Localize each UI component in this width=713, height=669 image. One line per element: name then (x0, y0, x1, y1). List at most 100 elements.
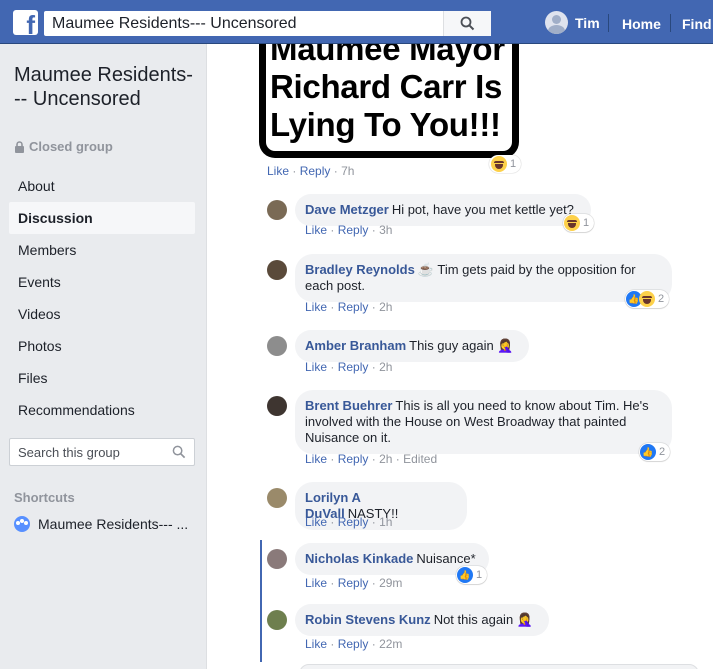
timestamp[interactable]: 2h (379, 300, 392, 314)
timestamp[interactable]: 7h (341, 164, 354, 178)
like-button[interactable]: Like (305, 300, 327, 314)
lock-icon (15, 140, 24, 153)
comment-actions: Like · Reply · 22m (305, 637, 403, 651)
sidebar-item-photos[interactable]: Photos (9, 330, 195, 362)
reply-button[interactable]: Reply (338, 300, 369, 314)
search-button[interactable] (443, 11, 491, 36)
timestamp[interactable]: 2h (379, 452, 392, 466)
post-image[interactable]: Maumee Mayor Richard Carr Is Lying To Yo… (259, 44, 519, 158)
reply-button[interactable]: Reply (338, 452, 369, 466)
global-search-input[interactable] (44, 14, 444, 33)
avatar[interactable] (267, 549, 287, 569)
comment-text: This guy again 🤦‍♀️ (409, 338, 514, 353)
reply-button[interactable]: Reply (338, 223, 369, 237)
global-search (44, 11, 491, 36)
reply-button[interactable]: Reply (300, 164, 331, 178)
user-avatar (545, 11, 568, 34)
comment-actions: Like · Reply · 2h (305, 360, 393, 374)
sidebar-item-videos[interactable]: Videos (9, 298, 195, 330)
comment-reactions[interactable]: 👍 2 (639, 443, 671, 461)
comment-author[interactable]: Nicholas Kinkade (305, 551, 413, 566)
group-name[interactable]: Maumee Residents--- Uncensored (14, 63, 194, 111)
avatar[interactable] (267, 260, 287, 280)
top-navigation-bar: f Tim Home Find (0, 0, 713, 44)
user-name: Tim (575, 14, 600, 31)
edited-label[interactable]: Edited (403, 452, 437, 466)
like-reaction-icon: 👍 (457, 567, 473, 583)
comment-author[interactable]: Amber Branham (305, 338, 406, 353)
privacy-label: Closed group (29, 139, 113, 154)
post-reactions[interactable]: 1 (489, 155, 522, 173)
comment-actions: Like · Reply · 29m (305, 576, 403, 590)
comment-actions: Like · Reply · 1h (305, 515, 393, 529)
comment-actions: Like · Reply · 3h (305, 223, 393, 237)
like-button[interactable]: Like (305, 637, 327, 651)
group-search (9, 438, 195, 466)
comment-reactions[interactable]: 👍 1 (456, 566, 488, 584)
timestamp[interactable]: 3h (379, 223, 392, 237)
group-icon (14, 516, 30, 532)
like-button[interactable]: Like (267, 164, 289, 178)
sidebar-item-members[interactable]: Members (9, 234, 195, 266)
avatar[interactable] (267, 488, 287, 508)
comment-text: Not this again 🤦‍♀️ (433, 612, 533, 627)
reply-input-box[interactable] (299, 664, 699, 669)
sidebar-item-recommendations[interactable]: Recommendations (9, 394, 195, 426)
comment-bubble: Robin Stevens Kunz Not this again 🤦‍♀️ (295, 604, 549, 636)
profile-link[interactable]: Tim (545, 11, 600, 34)
facebook-logo-icon[interactable]: f (13, 10, 38, 38)
timestamp[interactable]: 29m (379, 576, 402, 590)
reply-button[interactable]: Reply (338, 360, 369, 374)
like-button[interactable]: Like (305, 223, 327, 237)
shortcuts-heading: Shortcuts (14, 490, 75, 505)
timestamp[interactable]: 2h (379, 360, 392, 374)
like-button[interactable]: Like (305, 576, 327, 590)
avatar[interactable] (267, 336, 287, 356)
haha-reaction-icon (564, 215, 580, 231)
like-button[interactable]: Like (305, 452, 327, 466)
sidebar-item-discussion[interactable]: Discussion (9, 202, 195, 234)
find-friends-link[interactable]: Find (682, 16, 712, 32)
sidebar-item-about[interactable]: About (9, 170, 195, 202)
avatar[interactable] (267, 396, 287, 416)
like-button[interactable]: Like (305, 360, 327, 374)
discussion-feed: Maumee Mayor Richard Carr Is Lying To Yo… (206, 44, 713, 669)
reply-button[interactable]: Reply (338, 576, 369, 590)
timestamp[interactable]: 1h (379, 515, 392, 529)
comment-author[interactable]: Dave Metzger (305, 202, 389, 217)
group-sidebar: Maumee Residents--- Uncensored Closed gr… (0, 44, 206, 669)
comment-bubble: Bradley Reynolds ☕ Tim gets paid by the o… (295, 254, 672, 302)
comment-reactions[interactable]: 👍 2 (625, 290, 670, 308)
search-icon[interactable] (172, 445, 186, 459)
sidebar-item-files[interactable]: Files (9, 362, 195, 394)
shortcut-label: Maumee Residents--- ... (38, 516, 189, 532)
comment-author[interactable]: Bradley Reynolds (305, 262, 415, 277)
post-image-text: Maumee Mayor Richard Carr Is Lying To Yo… (270, 44, 505, 143)
like-button[interactable]: Like (305, 515, 327, 529)
comment-bubble: Brent Buehrer This is all you need to kno… (295, 390, 672, 454)
home-link[interactable]: Home (622, 16, 661, 32)
comment-reactions[interactable]: 1 (563, 214, 595, 232)
reply-button[interactable]: Reply (338, 637, 369, 651)
comment-text: Hi pot, have you met kettle yet? (391, 202, 574, 217)
comment-bubble: Amber Branham This guy again 🤦‍♀️ (295, 330, 529, 362)
reply-thread-line (260, 540, 262, 662)
avatar[interactable] (267, 610, 287, 630)
comment-author[interactable]: Brent Buehrer (305, 398, 392, 413)
nav-divider (670, 14, 671, 32)
comment-text: Nuisance* (416, 551, 476, 566)
shortcut-group-link[interactable]: Maumee Residents--- ... (14, 516, 188, 532)
sidebar-item-events[interactable]: Events (9, 266, 195, 298)
reply-button[interactable]: Reply (338, 515, 369, 529)
haha-reaction-icon (491, 156, 507, 172)
comment-author[interactable]: Robin Stevens Kunz (305, 612, 431, 627)
group-privacy: Closed group (14, 139, 113, 154)
timestamp[interactable]: 22m (379, 637, 402, 651)
comment-actions: Like · Reply · 2h (305, 300, 393, 314)
group-search-input[interactable] (10, 439, 160, 465)
avatar[interactable] (267, 200, 287, 220)
like-reaction-icon: 👍 (640, 444, 656, 460)
group-nav: About Discussion Members Events Videos P… (9, 170, 195, 426)
comment-actions: Like · Reply · 2h · Edited (305, 452, 438, 466)
search-icon (460, 16, 475, 31)
